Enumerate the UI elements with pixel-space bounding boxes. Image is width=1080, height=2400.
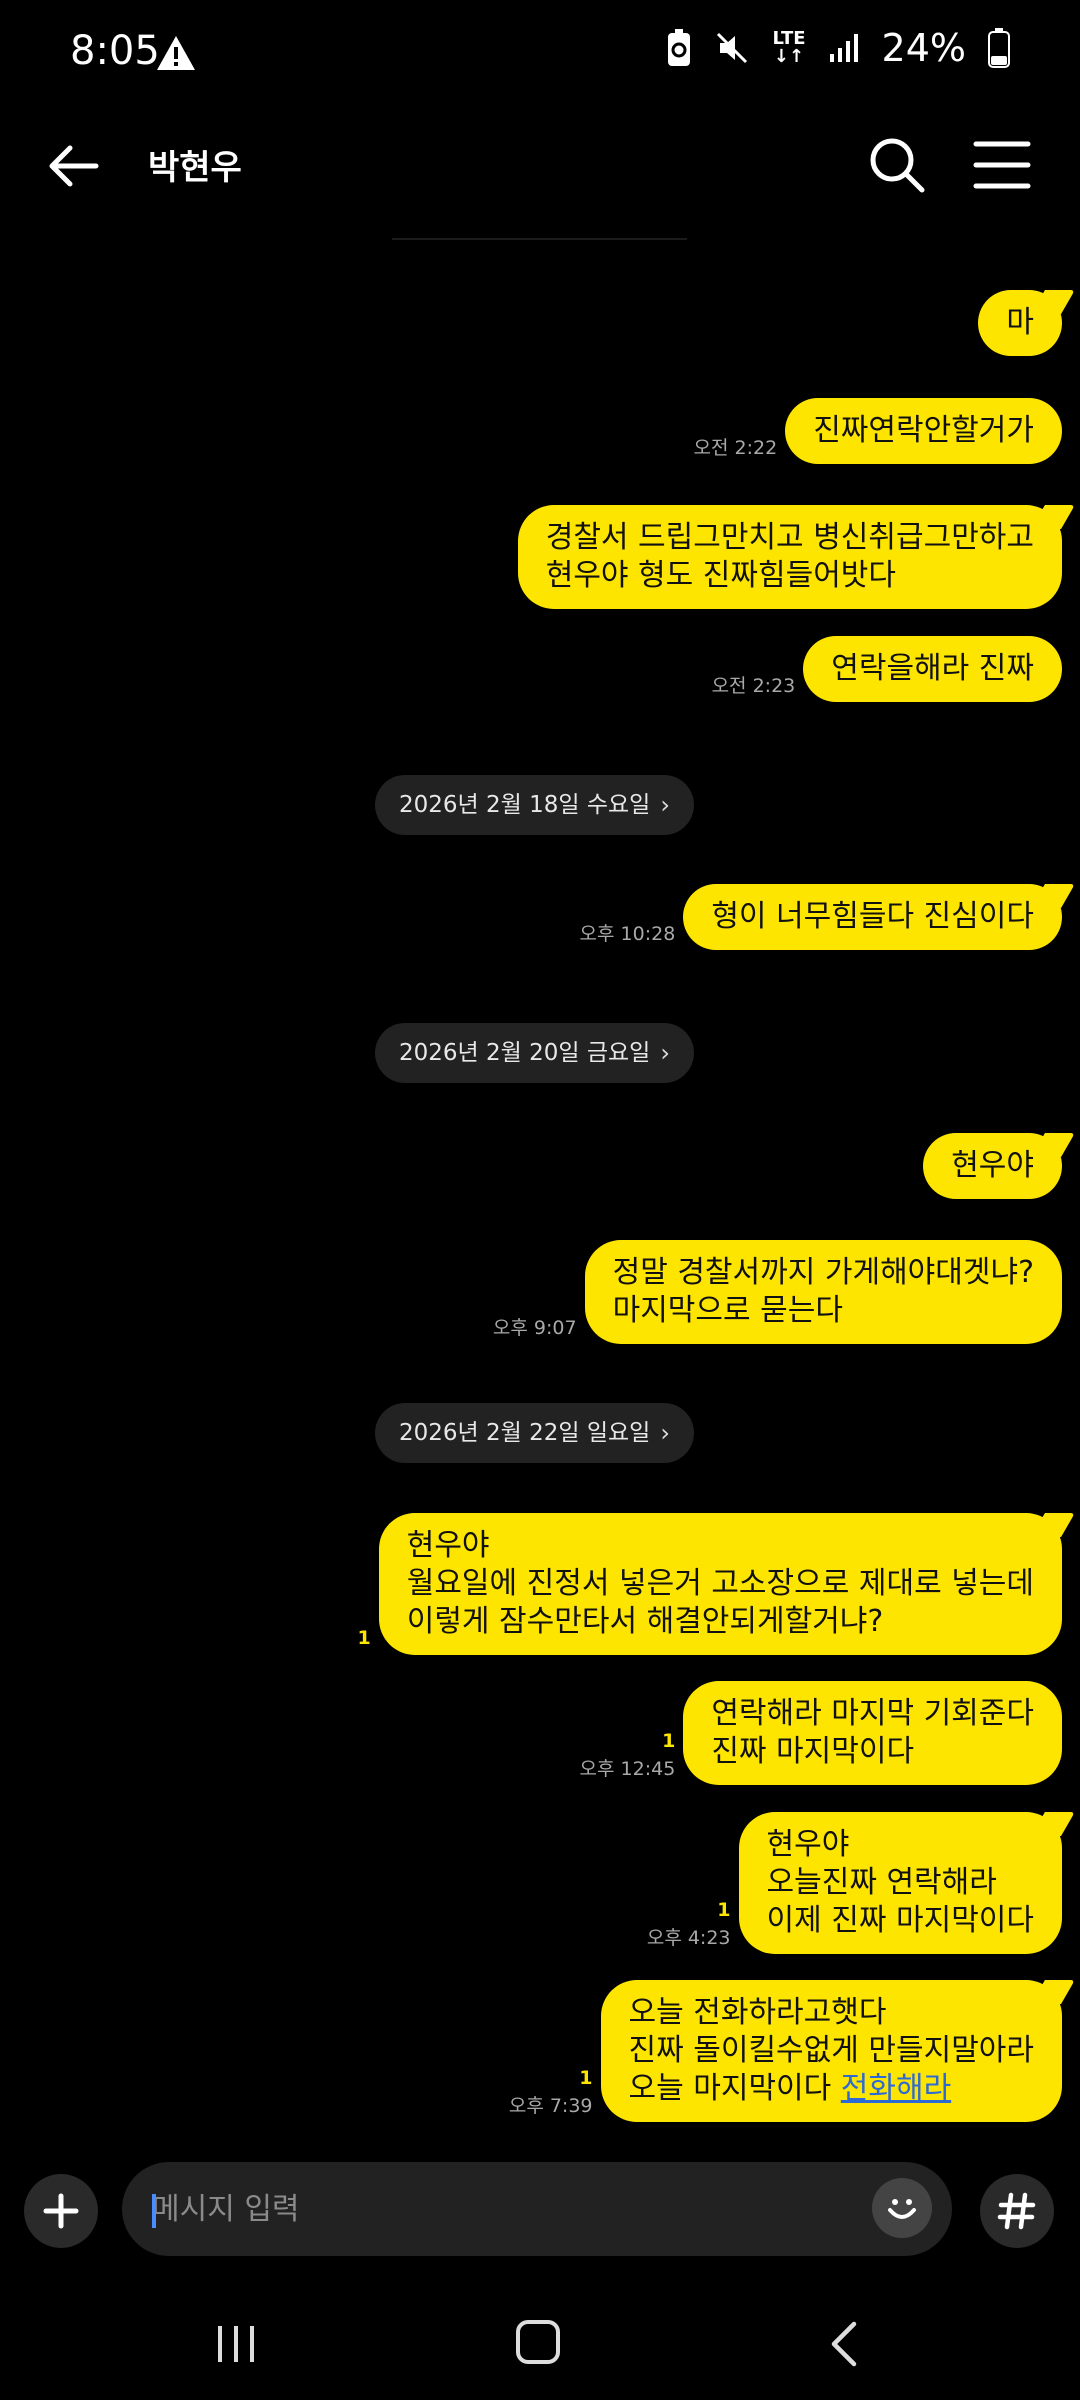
message-row: 오전 2:23 연락을해라 진짜 xyxy=(712,636,1062,702)
date-separator[interactable]: 2026년 2월 22일 일요일 › xyxy=(375,1403,694,1463)
message-meta: 1 오후 4:23 xyxy=(647,1899,731,1950)
message-bubble[interactable]: 형이 너무힘들다 진심이다 xyxy=(683,884,1062,950)
chevron-right-icon: › xyxy=(660,791,670,819)
message-time: 오후 4:23 xyxy=(646,1927,731,1949)
message-bubble[interactable]: 오늘 전화하라고햇다 진짜 돌이킬수없게 만들지말아라 오늘 마지막이다 전화해… xyxy=(600,1980,1062,2122)
emoji-icon xyxy=(888,2199,916,2219)
emoji-button[interactable] xyxy=(872,2178,932,2238)
message-bubble[interactable]: 진짜연락안할거가 xyxy=(785,398,1062,464)
attach-button[interactable] xyxy=(24,2174,98,2248)
unread-count: 1 xyxy=(662,1730,676,1752)
message-bubble[interactable]: 현우야 월요일에 진정서 넣은거 고소장으로 제대로 넣는데 이렇게 잠수만타서… xyxy=(378,1513,1062,1655)
message-row: 현우야 xyxy=(923,1133,1062,1199)
message-bubble[interactable]: 현우야 오늘진짜 연락해라 이제 진짜 마지막이다 xyxy=(738,1812,1062,1954)
plus-icon xyxy=(43,2193,79,2229)
message-row: 1 오후 12:45 연락해라 마지막 기회준다 진짜 마지막이다 xyxy=(580,1681,1062,1785)
message-meta: 오후 9:07 xyxy=(493,1313,577,1340)
date-separator[interactable]: 2026년 2월 18일 수요일 › xyxy=(375,775,694,835)
message-link[interactable]: 전화해라 xyxy=(841,2071,951,2106)
system-nav-bar xyxy=(0,2290,1080,2400)
hash-icon xyxy=(997,2192,1036,2230)
date-label: 2026년 2월 18일 수요일 xyxy=(399,792,651,818)
back-nav-icon[interactable] xyxy=(824,2320,864,2368)
message-row: 마 xyxy=(978,290,1062,356)
text-caret xyxy=(152,2194,156,2228)
home-icon[interactable] xyxy=(516,2320,560,2364)
date-label: 2026년 2월 20일 금요일 xyxy=(399,1040,651,1066)
message-time: 오후 10:28 xyxy=(579,923,676,945)
message-row: 경찰서 드립그만치고 병신취급그만하고 현우야 형도 진짜힘들어밧다 xyxy=(517,505,1062,609)
message-bubble[interactable]: 연락을해라 진짜 xyxy=(803,636,1062,702)
message-bubble[interactable]: 마 xyxy=(978,290,1062,356)
message-row: 1 현우야 월요일에 진정서 넣은거 고소장으로 제대로 넣는데 이렇게 잠수만… xyxy=(357,1513,1062,1655)
message-bubble[interactable]: 연락해라 마지막 기회준다 진짜 마지막이다 xyxy=(683,1681,1062,1785)
message-meta: 1 오후 12:45 xyxy=(580,1730,676,1781)
message-time: 오전 2:23 xyxy=(711,675,796,697)
hash-button[interactable] xyxy=(980,2174,1054,2248)
unread-count: 1 xyxy=(579,2067,593,2089)
message-time: 오후 9:07 xyxy=(492,1317,577,1339)
unread-count: 1 xyxy=(357,1627,371,1649)
unread-count: 1 xyxy=(717,1899,731,1921)
date-label: 2026년 2월 22일 일요일 xyxy=(399,1420,651,1446)
input-bar xyxy=(0,2160,1080,2260)
message-time: 오후 12:45 xyxy=(579,1758,676,1780)
message-bubble[interactable]: 정말 경찰서까지 가게해야대겟냐? 마지막으로 묻는다 xyxy=(584,1240,1062,1344)
chat-area[interactable]: 마 오전 2:22 진짜연락안할거가 경찰서 드립그만치고 병신취급그만하고 현… xyxy=(0,0,1080,2400)
message-meta: 1 오후 7:39 xyxy=(509,2067,593,2118)
message-row: 오후 9:07 정말 경찰서까지 가게해야대겟냐? 마지막으로 묻는다 xyxy=(493,1240,1062,1344)
message-meta: 오전 2:23 xyxy=(712,671,796,698)
message-bubble[interactable]: 경찰서 드립그만치고 병신취급그만하고 현우야 형도 진짜힘들어밧다 xyxy=(517,505,1062,609)
chevron-right-icon: › xyxy=(660,1039,670,1067)
message-text: 오늘 전화하라고햇다 진짜 돌이킬수없게 만들지말아라 오늘 마지막이다 xyxy=(628,1995,1034,2106)
recent-apps-icon[interactable] xyxy=(214,2322,258,2366)
message-row: 1 오후 7:39 오늘 전화하라고햇다 진짜 돌이킬수없게 만들지말아라 오늘… xyxy=(509,1980,1062,2122)
message-meta: 오후 10:28 xyxy=(580,919,676,946)
chevron-right-icon: › xyxy=(660,1419,670,1447)
date-separator[interactable]: 2026년 2월 20일 금요일 › xyxy=(375,1023,694,1083)
message-time: 오후 7:39 xyxy=(508,2095,593,2117)
message-time: 오전 2:22 xyxy=(693,437,778,459)
message-bubble[interactable]: 현우야 xyxy=(923,1133,1062,1199)
message-row: 오전 2:22 진짜연락안할거가 xyxy=(694,398,1062,464)
message-meta: 오전 2:22 xyxy=(694,433,778,460)
message-row: 오후 10:28 형이 너무힘들다 진심이다 xyxy=(580,884,1062,950)
message-input[interactable] xyxy=(122,2162,952,2256)
message-meta: 1 xyxy=(357,1627,370,1651)
message-row: 1 오후 4:23 현우야 오늘진짜 연락해라 이제 진짜 마지막이다 xyxy=(647,1812,1062,1954)
